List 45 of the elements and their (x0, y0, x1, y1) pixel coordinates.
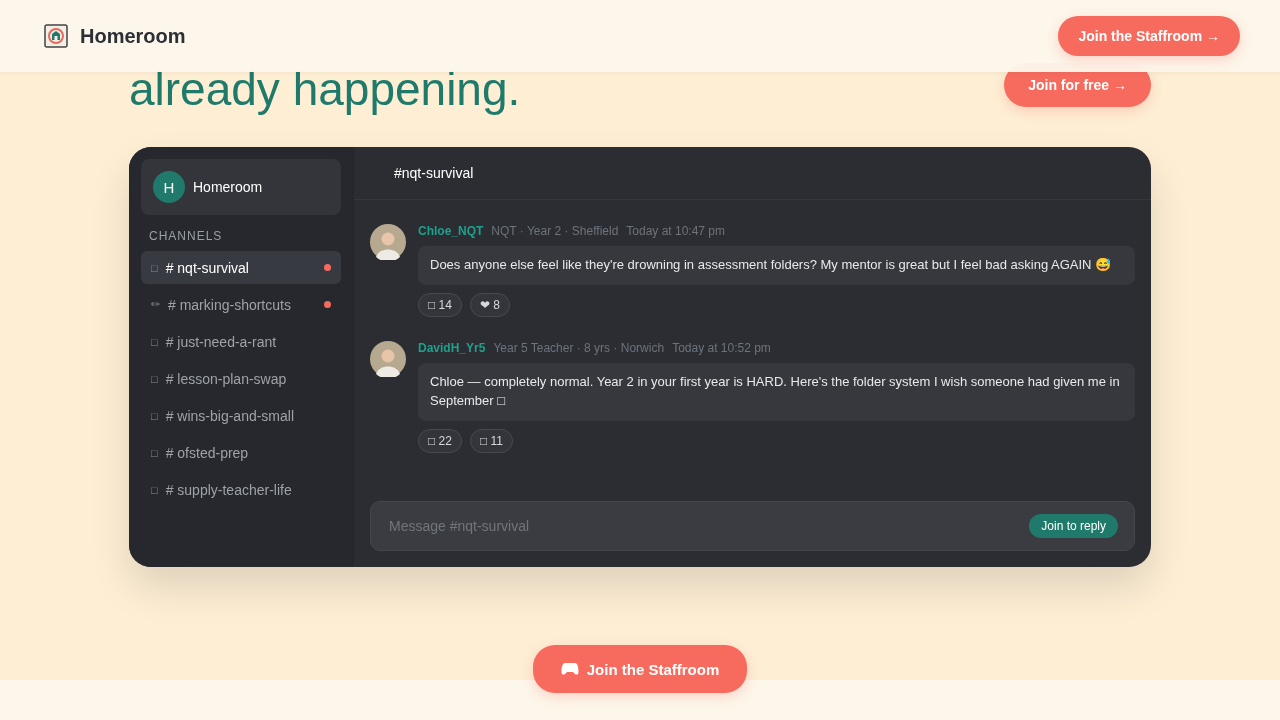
channel-icon: □ (151, 261, 158, 274)
server-avatar: H (153, 171, 185, 203)
message-bubble: Does anyone else feel like they're drowning in assessment folders? My mentor is great but I feel bad asking AGAIN 😅 (418, 246, 1135, 285)
channel-icon: □ (151, 446, 158, 459)
channel-icon: □ (151, 409, 158, 422)
reaction-chip[interactable]: □ 22 (418, 428, 462, 453)
message-bubble: Chloe — completely normal. Year 2 in your first year is HARD. Here's the folder system I wish someone had given me in September □ (418, 362, 1135, 421)
channel-item[interactable]: □ # lesson-plan-swap (141, 362, 341, 395)
channel-item[interactable]: □ # ofsted-prep (141, 436, 341, 469)
author-role: NQT · Year 2 · Sheffield (491, 224, 619, 238)
channel-icon: ✏ (151, 298, 160, 311)
channel-name: # ofsted-prep (165, 444, 250, 461)
channel-icon: □ (151, 372, 158, 385)
channel-icon: □ (151, 335, 158, 348)
channel-name: # just-need-a-rant (165, 333, 278, 350)
section-heading: CHANNELS (149, 229, 224, 243)
server-header[interactable]: H Homeroom (141, 159, 341, 215)
message-field[interactable]: Message #nqt-survival Join to reply (370, 501, 1135, 551)
channel-title: #nqt-survival (394, 165, 474, 181)
channel-name: # supply-teacher-life (165, 481, 293, 498)
timestamp: Today at 10:52 pm (672, 340, 771, 355)
channel-item[interactable]: □ # supply-teacher-life (141, 473, 341, 506)
gamepad-icon (560, 662, 579, 676)
channel-item[interactable]: ✏ # marking-shortcuts (141, 288, 341, 321)
reaction-chip[interactable]: □ 11 (469, 428, 513, 453)
author-role: Year 5 Teacher · 8 yrs · Norwich (493, 340, 665, 355)
channel-icon: □ (151, 483, 158, 496)
author-name[interactable]: Chloe_NQT (418, 224, 484, 238)
reaction-chip[interactable]: ❤ 8 (469, 292, 510, 317)
server-name: Homeroom (193, 179, 263, 195)
avatar (370, 340, 406, 377)
avatar (370, 224, 406, 260)
channel-name: # nqt-survival (165, 259, 250, 276)
brand-name: Homeroom (80, 24, 186, 48)
timestamp: Today at 10:47 pm (626, 224, 726, 238)
channel-name: # lesson-plan-swap (165, 370, 288, 387)
reply-button[interactable]: Join to reply (1029, 514, 1118, 538)
channel-item[interactable]: □ # just-need-a-rant (141, 325, 341, 358)
channel-name: # wins-big-and-small (165, 407, 296, 424)
channel-name: # marking-shortcuts (168, 296, 292, 313)
author-name[interactable]: DavidH_Yr5 (418, 340, 486, 355)
reaction-chip[interactable]: □ 14 (418, 292, 462, 317)
logo-icon (44, 24, 68, 48)
channel-item[interactable]: □ # wins-big-and-small (141, 399, 341, 432)
channel-item[interactable]: □ # nqt-survival (141, 251, 341, 284)
